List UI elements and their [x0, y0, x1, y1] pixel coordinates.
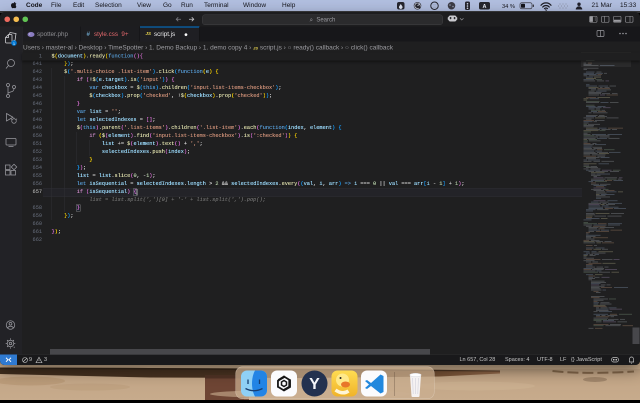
svg-text:34 %: 34 % — [502, 4, 515, 10]
svg-text:Y: Y — [309, 376, 320, 393]
svg-text:A: A — [483, 4, 487, 10]
